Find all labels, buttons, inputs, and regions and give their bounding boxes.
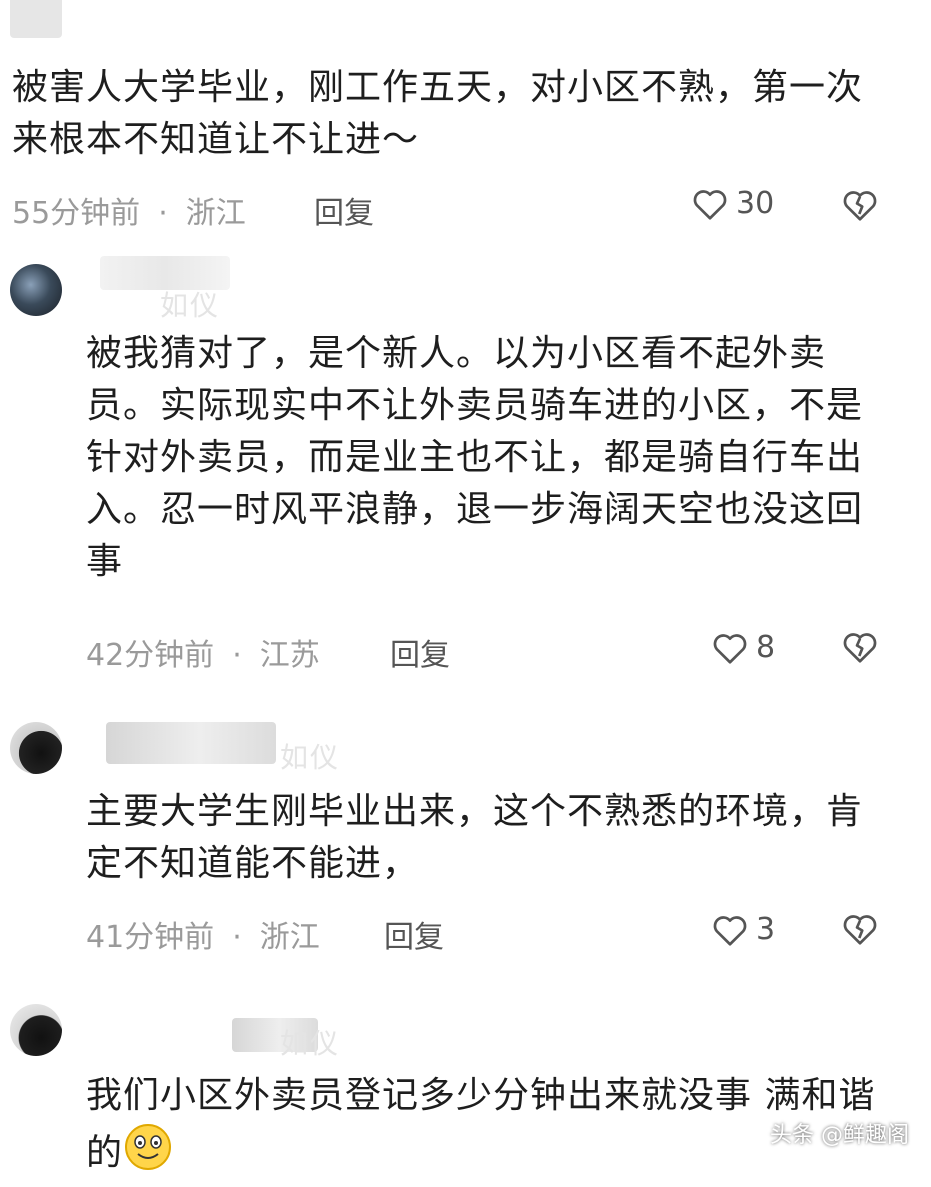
- comment-2-region: 江苏: [259, 638, 320, 673]
- comment-1-avatar[interactable]: [10, 0, 62, 38]
- comment-4-text: 我们小区外卖员登记多少分钟出来就没事 满和谐的: [86, 1070, 886, 1187]
- comment-4-avatar[interactable]: [10, 1004, 62, 1056]
- comment-3-like-count: 3: [756, 912, 776, 947]
- smiling-face-emoji-icon: [123, 1122, 173, 1187]
- comment-2-reply-button[interactable]: 回复: [390, 630, 450, 674]
- comment-1-reply-button[interactable]: 回复: [314, 188, 374, 232]
- comment-2-like-count: 8: [756, 630, 776, 665]
- comment-2-text: 被我猜对了，是个新人。以为小区看不起外卖员。实际现实中不让外卖员骑车进的小区，不…: [86, 333, 864, 582]
- comment-2-time: 42分钟前: [86, 638, 215, 673]
- comment-2-dislike-button[interactable]: [842, 630, 878, 664]
- comment-2-meta: 42分钟前 · 江苏: [86, 630, 320, 674]
- comment-3-username-blurred[interactable]: [106, 722, 276, 764]
- comment-1-meta: 55分钟前 · 浙江: [12, 188, 246, 232]
- comment-4-username-fragment: 如仪: [280, 1027, 341, 1060]
- comment-1-text: 被害人大学毕业，刚工作五天，对小区不熟，第一次来根本不知道让不让进～: [12, 67, 864, 160]
- comment-2-username-fragment: 如仪: [160, 289, 221, 322]
- comment-3-reply-button[interactable]: 回复: [384, 912, 444, 956]
- comment-1-time: 55分钟前: [12, 196, 141, 231]
- comment-3-meta: 41分钟前 · 浙江: [86, 912, 320, 956]
- comment-3-username-fragment: 如仪: [280, 741, 341, 774]
- comment-3-text: 主要大学生刚毕业出来，这个不熟悉的环境，肯定不知道能不能进，: [86, 791, 864, 884]
- heart-outline-icon: [692, 187, 728, 221]
- comment-3-region: 浙江: [259, 920, 320, 955]
- comment-3-dislike-button[interactable]: [842, 912, 878, 946]
- comment-4-text-content: 我们小区外卖员登记多少分钟出来就没事 满和谐的: [86, 1075, 876, 1174]
- broken-heart-icon: [842, 912, 878, 946]
- broken-heart-icon: [842, 630, 878, 664]
- comment-1-dislike-button[interactable]: [842, 188, 878, 222]
- heart-outline-icon: [712, 631, 748, 665]
- comment-2-avatar[interactable]: [10, 264, 62, 316]
- comment-3-avatar[interactable]: [10, 722, 62, 774]
- watermark: 头条 @鲜趣阁: [770, 1123, 909, 1148]
- comment-1-region: 浙江: [185, 196, 246, 231]
- meta-separator: ·: [232, 638, 242, 673]
- comment-3-like-button[interactable]: 3: [712, 912, 775, 947]
- comment-1-like-button[interactable]: 30: [692, 186, 774, 221]
- heart-outline-icon: [712, 913, 748, 947]
- meta-separator: ·: [158, 196, 168, 231]
- comment-2-like-button[interactable]: 8: [712, 630, 775, 665]
- meta-separator: ·: [232, 920, 242, 955]
- comment-3-time: 41分钟前: [86, 920, 215, 955]
- comment-1-like-count: 30: [736, 186, 775, 221]
- broken-heart-icon: [842, 188, 878, 222]
